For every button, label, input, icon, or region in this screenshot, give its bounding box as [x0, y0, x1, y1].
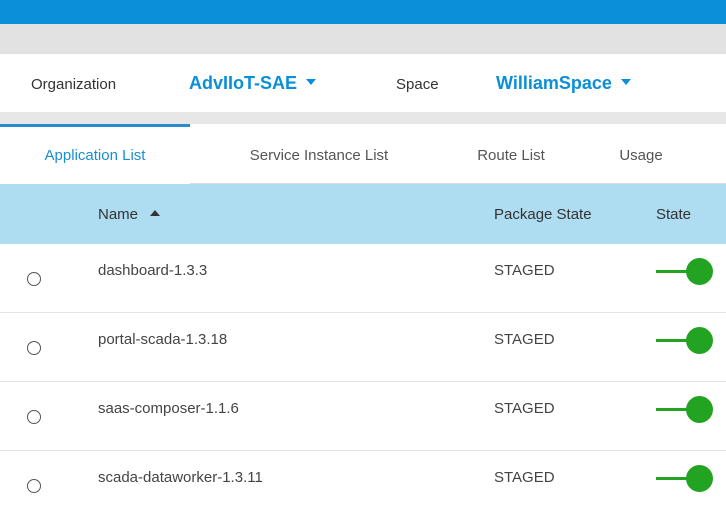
divider-band: [0, 112, 726, 124]
organization-label: Organization: [31, 76, 117, 93]
application-name: portal-scada-1.3.18: [98, 331, 228, 348]
tab-route-list[interactable]: Route List: [452, 124, 570, 184]
row-select-radio[interactable]: [27, 272, 41, 286]
top-app-bar: [0, 0, 726, 24]
toggle-knob: [686, 327, 713, 354]
secondary-bar: [0, 24, 726, 54]
table-row: portal-scada-1.3.18 STAGED: [0, 313, 726, 382]
name-column-header[interactable]: Name: [98, 184, 161, 244]
package-state: STAGED: [494, 400, 555, 417]
org-space-bar: Organization AdvIIoT-SAE Space WilliamSp…: [0, 54, 726, 112]
state-column-header: State: [656, 206, 692, 223]
package-state-column-header: Package State: [494, 206, 592, 223]
application-name: dashboard-1.3.3: [98, 262, 208, 279]
toggle-knob: [686, 258, 713, 285]
application-name: scada-dataworker-1.3.11: [98, 469, 263, 486]
tab-usage[interactable]: Usage: [596, 124, 686, 184]
state-toggle[interactable]: [656, 396, 714, 424]
application-table-body: dashboard-1.3.3 STAGED portal-scada-1.3.…: [0, 244, 726, 520]
state-toggle[interactable]: [656, 465, 714, 493]
table-row: saas-composer-1.1.6 STAGED: [0, 382, 726, 451]
space-label: Space: [396, 76, 439, 93]
name-header-label: Name: [98, 206, 139, 223]
tab-service-instance-list[interactable]: Service Instance List: [210, 124, 428, 184]
state-toggle[interactable]: [656, 258, 714, 286]
tab-bar: Application List Service Instance List R…: [0, 124, 726, 184]
toggle-knob: [686, 465, 713, 492]
package-state: STAGED: [494, 331, 555, 348]
package-state: STAGED: [494, 262, 555, 279]
row-select-radio[interactable]: [27, 410, 41, 424]
application-name: saas-composer-1.1.6: [98, 400, 239, 417]
row-select-radio[interactable]: [27, 479, 41, 493]
table-row: scada-dataworker-1.3.11 STAGED: [0, 451, 726, 520]
space-value: WilliamSpace: [496, 73, 612, 93]
caret-down-icon: [306, 79, 317, 86]
caret-down-icon: [620, 79, 631, 86]
sort-ascending-icon: [150, 210, 161, 217]
row-select-radio[interactable]: [27, 341, 41, 355]
package-state: STAGED: [494, 469, 555, 486]
organization-value: AdvIIoT-SAE: [189, 73, 298, 93]
state-toggle[interactable]: [656, 327, 714, 355]
toggle-knob: [686, 396, 713, 423]
organization-dropdown[interactable]: AdvIIoT-SAE: [189, 73, 317, 94]
space-dropdown[interactable]: WilliamSpace: [496, 73, 631, 94]
table-row: dashboard-1.3.3 STAGED: [0, 244, 726, 313]
tab-application-list[interactable]: Application List: [0, 124, 190, 184]
table-header: Name Package State State: [0, 184, 726, 244]
